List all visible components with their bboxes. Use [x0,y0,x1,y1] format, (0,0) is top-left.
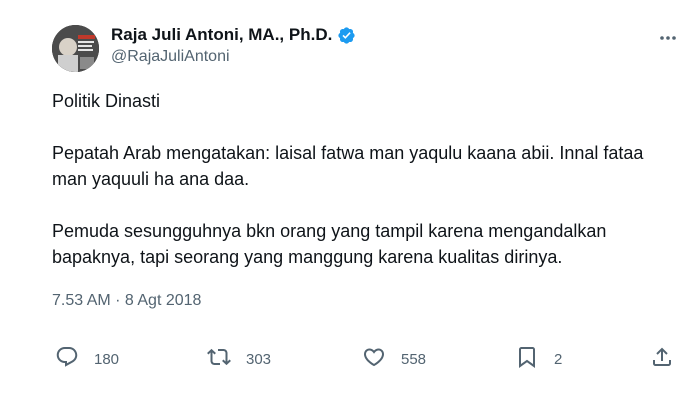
verified-badge-icon [337,26,356,45]
reply-icon [55,345,79,374]
share-icon [650,345,674,374]
tweet-paragraph: Politik Dinasti [52,91,161,111]
avatar-image [52,25,99,72]
more-icon[interactable] [653,30,683,46]
reply-button[interactable]: 180 [55,342,119,376]
bookmark-icon [515,345,539,374]
tweet-card: Raja Juli Antoni, MA., Ph.D. @RajaJuliAn… [0,0,699,396]
repost-count: 303 [246,350,272,368]
tweet-timestamp[interactable]: 7.53 AM · 8 Agt 2018 [52,292,201,310]
avatar[interactable] [52,25,99,72]
bookmark-count: 2 [554,350,563,368]
like-button[interactable]: 558 [362,342,426,376]
tweet-paragraph: Pepatah Arab mengatakan: laisal fatwa ma… [52,143,644,189]
author-handle[interactable]: @RajaJuliAntoni [111,48,230,66]
like-count: 558 [401,350,427,368]
repost-button[interactable]: 303 [207,342,271,376]
author-name-row[interactable]: Raja Juli Antoni, MA., Ph.D. [111,25,356,45]
action-bar: 180 303 558 2 [0,342,699,376]
repost-icon [207,345,231,374]
bookmark-button[interactable]: 2 [515,342,562,376]
heart-icon [362,345,386,374]
tweet-text: Politik Dinasti Pepatah Arab mengatakan:… [52,88,672,270]
share-button[interactable] [650,342,674,376]
author-display-name[interactable]: Raja Juli Antoni, MA., Ph.D. [111,25,332,45]
reply-count: 180 [94,350,120,368]
tweet-paragraph: Pemuda sesungguhnya bkn orang yang tampi… [52,221,607,267]
